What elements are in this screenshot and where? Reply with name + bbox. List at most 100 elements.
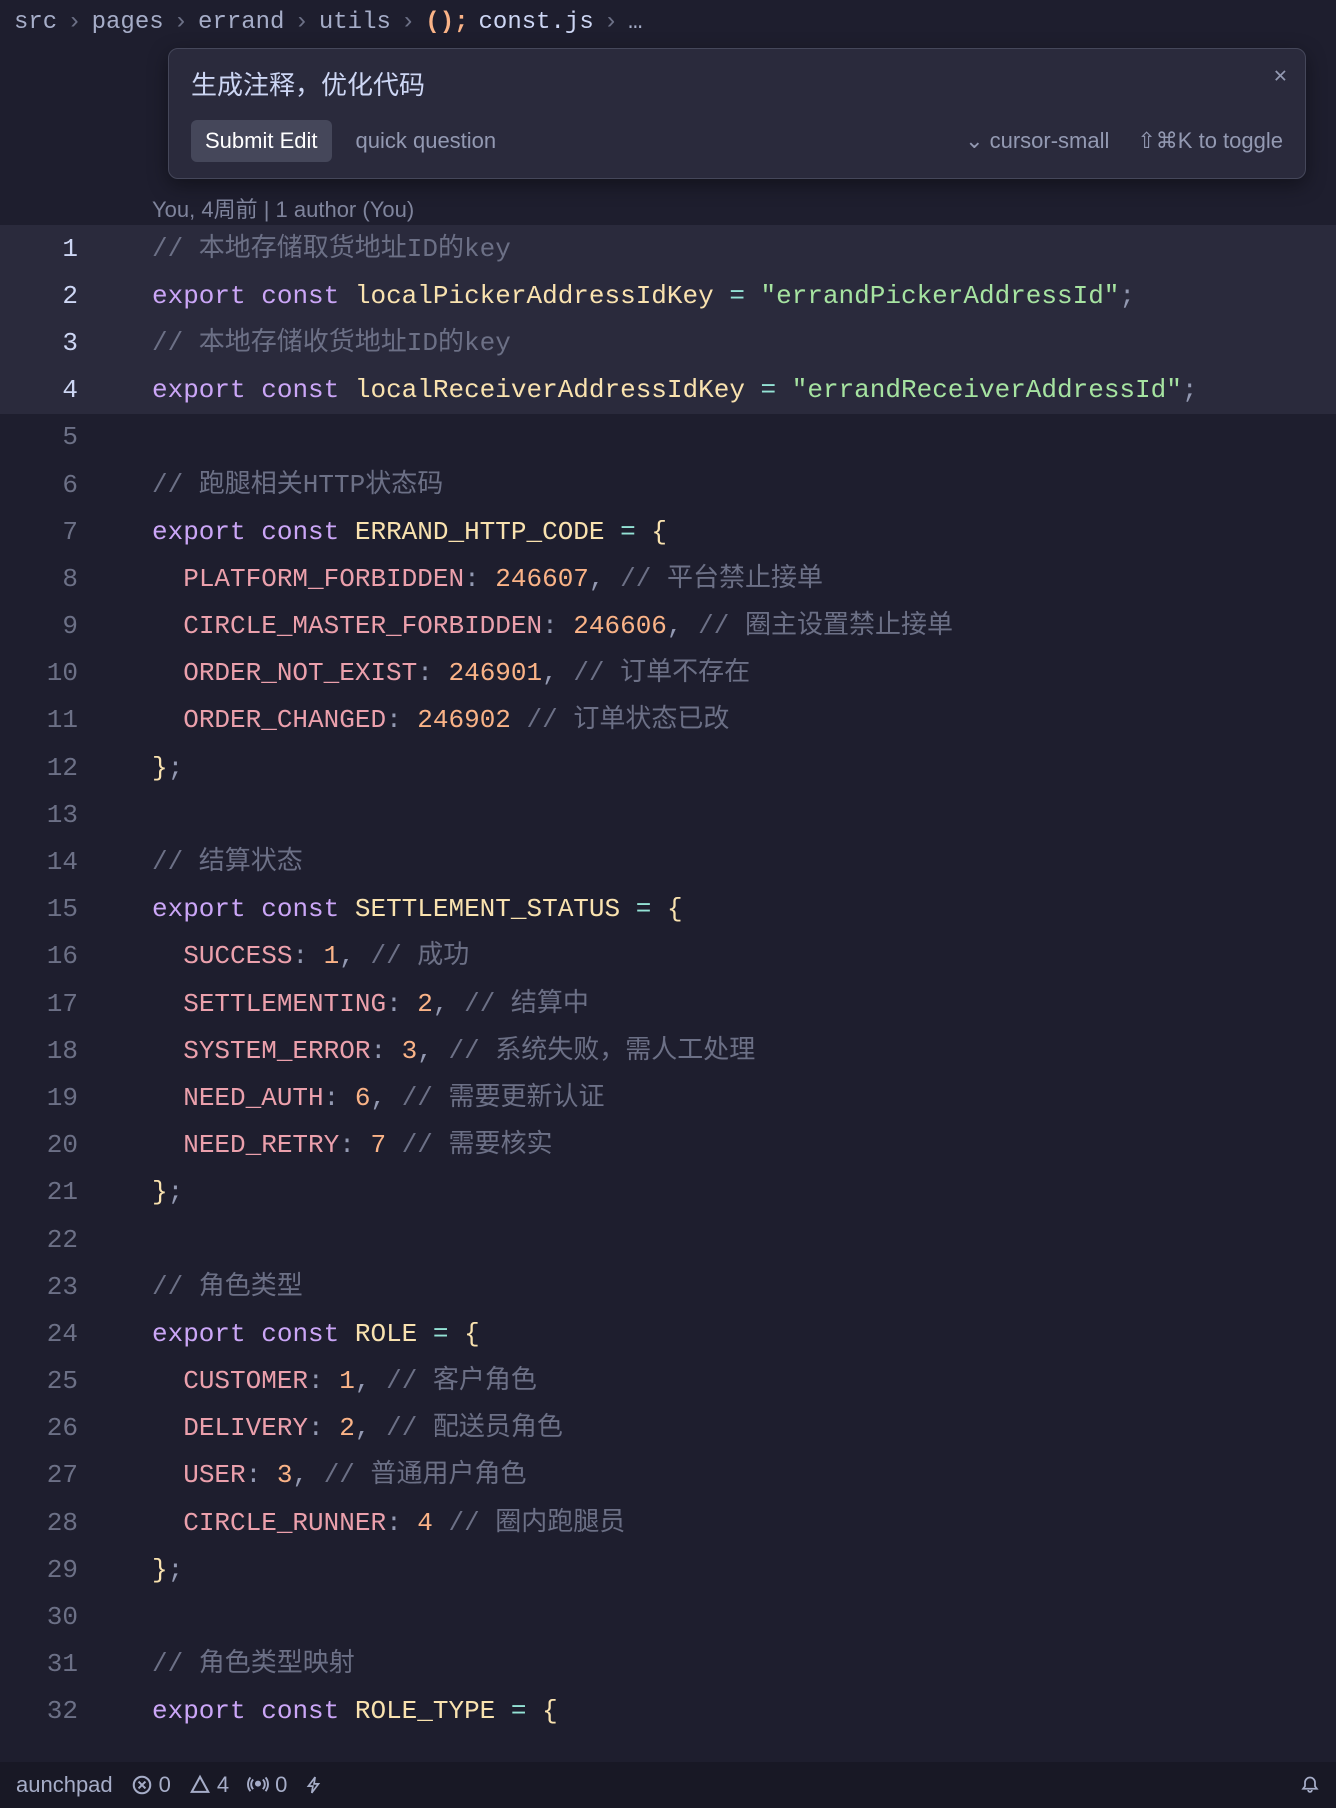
code-content[interactable]: NEED_RETRY: 7 // 需要核实	[152, 1132, 1336, 1158]
code-content[interactable]: SETTLEMENTING: 2, // 结算中	[152, 991, 1336, 1017]
line-number[interactable]: 3	[0, 328, 108, 358]
line-number[interactable]: 14	[0, 847, 108, 877]
code-line[interactable]: 23 // 角色类型	[0, 1263, 1336, 1310]
code-line[interactable]: 25 CUSTOMER: 1, // 客户角色	[0, 1358, 1336, 1405]
code-content[interactable]: // 角色类型	[152, 1274, 1336, 1300]
code-line[interactable]: 6 // 跑腿相关HTTP状态码	[0, 461, 1336, 508]
code-content[interactable]: export const ERRAND_HTTP_CODE = {	[152, 519, 1336, 545]
line-number[interactable]: 20	[0, 1130, 108, 1160]
breadcrumb[interactable]: src › pages › errand › utils › (); const…	[0, 0, 1336, 44]
code-content[interactable]: export const localPickerAddressIdKey = "…	[152, 283, 1336, 309]
code-content[interactable]: export const SETTLEMENT_STATUS = {	[152, 896, 1336, 922]
git-blame-info[interactable]: You, 4周前 | 1 author (You)	[152, 192, 414, 224]
code-line[interactable]: 7 export const ERRAND_HTTP_CODE = {	[0, 508, 1336, 555]
line-number[interactable]: 22	[0, 1225, 108, 1255]
code-content[interactable]: };	[152, 1557, 1336, 1583]
code-line[interactable]: 14 // 结算状态	[0, 838, 1336, 885]
line-number[interactable]: 28	[0, 1508, 108, 1538]
code-content[interactable]: ORDER_CHANGED: 246902 // 订单状态已改	[152, 707, 1336, 733]
code-line[interactable]: 32export const ROLE_TYPE = {	[0, 1688, 1336, 1735]
code-content[interactable]: NEED_AUTH: 6, // 需要更新认证	[152, 1085, 1336, 1111]
breadcrumb-file[interactable]: const.js	[479, 9, 594, 36]
line-number[interactable]: 29	[0, 1555, 108, 1585]
code-content[interactable]: // 结算状态	[152, 849, 1336, 875]
code-line[interactable]: 18 SYSTEM_ERROR: 3, // 系统失败，需人工处理	[0, 1027, 1336, 1074]
code-content[interactable]: ORDER_NOT_EXIST: 246901, // 订单不存在	[152, 660, 1336, 686]
code-content[interactable]: export const ROLE = {	[152, 1321, 1336, 1347]
line-number[interactable]: 6	[0, 470, 108, 500]
quick-question-link[interactable]: quick question	[356, 128, 497, 154]
ai-prompt-text[interactable]: 生成注释，优化代码	[191, 65, 1283, 102]
code-line[interactable]: 2 export const localPickerAddressIdKey = …	[0, 272, 1336, 319]
code-content[interactable]: PLATFORM_FORBIDDEN: 246607, // 平台禁止接单	[152, 566, 1336, 592]
code-line[interactable]: 30	[0, 1593, 1336, 1640]
breadcrumb-trail[interactable]: …	[628, 9, 642, 36]
code-content[interactable]: CIRCLE_MASTER_FORBIDDEN: 246606, // 圈主设置…	[152, 613, 1336, 639]
code-line[interactable]: 4export const localReceiverAddressIdKey …	[0, 367, 1336, 414]
launchpad-item[interactable]: aunchpad	[16, 1772, 113, 1798]
code-line[interactable]: 26 DELIVERY: 2, // 配送员角色	[0, 1405, 1336, 1452]
code-content[interactable]: // 本地存储取货地址ID的key	[152, 236, 1336, 262]
code-content[interactable]: SYSTEM_ERROR: 3, // 系统失败，需人工处理	[152, 1038, 1336, 1064]
line-number[interactable]: 21	[0, 1177, 108, 1207]
code-editor[interactable]: 1 // 本地存储取货地址ID的key 2 export const localPic…	[0, 225, 1336, 1762]
line-number[interactable]: 30	[0, 1602, 108, 1632]
line-number[interactable]: 15	[0, 894, 108, 924]
bell-icon[interactable]	[1300, 1774, 1320, 1796]
line-number[interactable]: 10	[0, 658, 108, 688]
code-content[interactable]: };	[152, 1179, 1336, 1205]
code-line[interactable]: 28 CIRCLE_RUNNER: 4 // 圈内跑腿员	[0, 1499, 1336, 1546]
code-content[interactable]: SUCCESS: 1, // 成功	[152, 943, 1336, 969]
line-number[interactable]: 7	[0, 517, 108, 547]
line-number[interactable]: 8	[0, 564, 108, 594]
code-content[interactable]: // 角色类型映射	[152, 1651, 1336, 1677]
code-line[interactable]: 31 // 角色类型映射	[0, 1641, 1336, 1688]
lightning-icon[interactable]	[305, 1774, 323, 1796]
line-number[interactable]: 31	[0, 1649, 108, 1679]
line-number[interactable]: 16	[0, 941, 108, 971]
code-line[interactable]: 27 USER: 3, // 普通用户角色	[0, 1452, 1336, 1499]
code-line[interactable]: 19 NEED_AUTH: 6, // 需要更新认证	[0, 1074, 1336, 1121]
line-number[interactable]: 9	[0, 611, 108, 641]
code-line[interactable]: 21};	[0, 1169, 1336, 1216]
breadcrumb-part[interactable]: src	[14, 9, 57, 36]
line-number[interactable]: 23	[0, 1272, 108, 1302]
line-number[interactable]: 24	[0, 1319, 108, 1349]
ports-item[interactable]: 0	[247, 1772, 287, 1798]
code-content[interactable]: DELIVERY: 2, // 配送员角色	[152, 1415, 1336, 1441]
code-line[interactable]: 12};	[0, 744, 1336, 791]
line-number[interactable]: 32	[0, 1696, 108, 1726]
code-content[interactable]: CUSTOMER: 1, // 客户角色	[152, 1368, 1336, 1394]
line-number[interactable]: 2	[0, 281, 108, 311]
code-line[interactable]: 9 CIRCLE_MASTER_FORBIDDEN: 246606, // 圈主…	[0, 603, 1336, 650]
code-line[interactable]: 10 ORDER_NOT_EXIST: 246901, // 订单不存在	[0, 650, 1336, 697]
code-line[interactable]: 16 SUCCESS: 1, // 成功	[0, 933, 1336, 980]
code-content[interactable]: // 跑腿相关HTTP状态码	[152, 472, 1336, 498]
code-line[interactable]: 24 export const ROLE = {	[0, 1310, 1336, 1357]
line-number[interactable]: 12	[0, 753, 108, 783]
line-number[interactable]: 26	[0, 1413, 108, 1443]
line-number[interactable]: 27	[0, 1460, 108, 1490]
code-line[interactable]: 15 export const SETTLEMENT_STATUS = {	[0, 886, 1336, 933]
breadcrumb-part[interactable]: errand	[198, 9, 284, 36]
line-number[interactable]: 19	[0, 1083, 108, 1113]
code-content[interactable]: USER: 3, // 普通用户角色	[152, 1462, 1336, 1488]
submit-edit-button[interactable]: Submit Edit	[191, 120, 332, 162]
code-line[interactable]: 20 NEED_RETRY: 7 // 需要核实	[0, 1122, 1336, 1169]
line-number[interactable]: 4	[0, 375, 108, 405]
breadcrumb-part[interactable]: pages	[92, 9, 164, 36]
code-line[interactable]: 11 ORDER_CHANGED: 246902 // 订单状态已改	[0, 697, 1336, 744]
code-line[interactable]: 29};	[0, 1546, 1336, 1593]
code-line[interactable]: 17 SETTLEMENTING: 2, // 结算中	[0, 980, 1336, 1027]
code-content[interactable]: // 本地存储收货地址ID的key	[152, 330, 1336, 356]
line-number[interactable]: 1	[0, 234, 108, 264]
line-number[interactable]: 25	[0, 1366, 108, 1396]
line-number[interactable]: 18	[0, 1036, 108, 1066]
line-number[interactable]: 11	[0, 705, 108, 735]
line-number[interactable]: 5	[0, 422, 108, 452]
code-line[interactable]: 5	[0, 414, 1336, 461]
line-number[interactable]: 17	[0, 989, 108, 1019]
code-content[interactable]: };	[152, 755, 1336, 781]
code-line[interactable]: 1 // 本地存储取货地址ID的key	[0, 225, 1336, 272]
breadcrumb-part[interactable]: utils	[319, 9, 391, 36]
